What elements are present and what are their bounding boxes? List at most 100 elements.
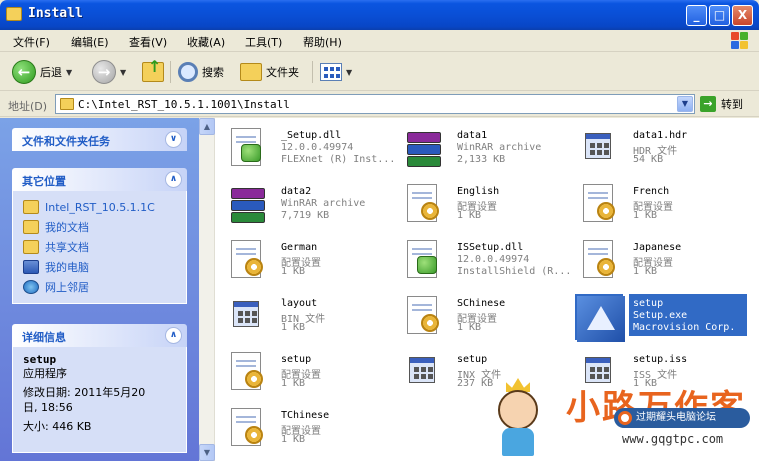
generic-file-icon [403, 352, 443, 396]
menu-file[interactable]: 文件(F) [13, 34, 50, 50]
vertical-scrollbar[interactable]: ▲ ▼ [199, 118, 215, 461]
details-body: setup 应用程序 修改日期: 2011年5月20 日, 18:56 大小: … [12, 347, 187, 453]
file-detail: 12.0.0.49974 [457, 254, 530, 265]
winrar-icon [403, 128, 443, 172]
menu-tools[interactable]: 工具(T) [245, 34, 282, 50]
go-arrow-icon: → [700, 96, 716, 112]
file-item[interactable]: data1 WinRAR archive 2,133 KB [397, 124, 573, 178]
config-file-icon [403, 184, 443, 228]
file-detail: 1 KB [457, 210, 482, 221]
file-item[interactable]: ISSetup.dll 12.0.0.49974 InstallShield (… [397, 236, 573, 290]
place-link-my-computer[interactable]: 我的电脑 [23, 257, 176, 277]
file-name: _Setup.dll [281, 130, 342, 141]
maximize-button[interactable]: □ [709, 5, 730, 26]
expand-chevron-icon[interactable]: ∨ [165, 131, 182, 148]
forward-button[interactable]: → ▼ [92, 59, 126, 85]
folder-icon [23, 240, 39, 254]
views-dropdown-icon[interactable]: ▼ [346, 68, 352, 77]
close-button[interactable]: X [732, 5, 753, 26]
back-arrow-icon: ← [12, 60, 36, 84]
folders-button[interactable]: 文件夹 [240, 59, 299, 85]
watermark-badge-text: 过期耀头电脑论坛 [636, 412, 716, 423]
collapse-chevron-icon[interactable]: ∧ [165, 171, 182, 188]
dll-icon [227, 128, 267, 172]
file-item[interactable]: layout BIN 文件 1 KB [221, 292, 397, 346]
detail-file-name: setup [23, 353, 57, 366]
config-file-icon [579, 184, 619, 228]
address-bar: 地址(D) C:\Intel_RST_10.5.1.1001\Install ▼… [0, 92, 759, 117]
go-label: 转到 [721, 98, 743, 111]
file-name: German [281, 242, 318, 253]
place-link-label: 网上邻居 [45, 281, 89, 294]
watermark: 小路万作客 过期耀头电脑论坛 www.gqgtpc.com [566, 380, 754, 458]
folder-icon [23, 220, 39, 234]
place-link-shared-documents[interactable]: 共享文档 [23, 237, 176, 257]
file-item[interactable]: data2 WinRAR archive 7,719 KB [221, 180, 397, 234]
detail-file-type: 应用程序 [23, 367, 67, 380]
detail-file-size: 大小: 446 KB [23, 420, 92, 433]
file-item[interactable]: _Setup.dll 12.0.0.49974 FLEXnet (R) Inst… [221, 124, 397, 178]
scroll-down-arrow-icon[interactable]: ▼ [199, 444, 215, 461]
menu-favorites[interactable]: 收藏(A) [187, 34, 225, 50]
folders-label: 文件夹 [266, 66, 299, 79]
address-dropdown-icon[interactable]: ▼ [677, 96, 693, 112]
views-button[interactable]: ▼ [320, 59, 352, 85]
menu-help[interactable]: 帮助(H) [303, 34, 342, 50]
place-link-my-documents[interactable]: 我的文档 [23, 217, 176, 237]
back-dropdown-icon[interactable]: ▼ [66, 68, 72, 77]
file-item[interactable]: German 配置设置 1 KB [221, 236, 397, 290]
config-file-icon [227, 408, 267, 452]
file-item[interactable]: French 配置设置 1 KB [573, 180, 749, 234]
address-input[interactable]: C:\Intel_RST_10.5.1.1001\Install ▼ [55, 94, 695, 114]
details-panel-header[interactable]: 详细信息 ∧ [12, 324, 187, 347]
menu-bar: 文件(F) 编辑(E) 查看(V) 收藏(A) 工具(T) 帮助(H) [0, 30, 759, 52]
search-label: 搜索 [202, 66, 224, 79]
file-name: data1 [457, 130, 488, 141]
file-item[interactable]: data1.hdr HDR 文件 54 KB [573, 124, 749, 178]
watermark-url: www.gqgtpc.com [622, 432, 724, 446]
places-panel: 其它位置 ∧ Intel_RST_10.5.1.1C 我的文档 共享文档 我的电… [12, 168, 187, 304]
minimize-button[interactable]: _ [686, 5, 707, 26]
file-item[interactable]: SChinese 配置设置 1 KB [397, 292, 573, 346]
details-panel-title: 详细信息 [22, 331, 66, 344]
search-icon [178, 62, 198, 82]
file-detail: 1 KB [457, 322, 482, 333]
file-item[interactable]: Japanese 配置设置 1 KB [573, 236, 749, 290]
place-link-parent-folder[interactable]: Intel_RST_10.5.1.1C [23, 197, 176, 217]
details-panel: 详细信息 ∧ setup 应用程序 修改日期: 2011年5月20 日, 18:… [12, 324, 187, 453]
task-pane: 文件和文件夹任务 ∨ 其它位置 ∧ Intel_RST_10.5.1.1C 我的… [0, 118, 199, 461]
file-detail: 1 KB [633, 210, 658, 221]
forward-arrow-icon: → [92, 60, 116, 84]
forward-dropdown-icon[interactable]: ▼ [120, 68, 126, 77]
file-detail: WinRAR archive [281, 198, 366, 209]
go-button[interactable]: → 转到 [700, 96, 743, 112]
file-item[interactable]: setup 配置设置 1 KB [221, 348, 397, 402]
toolbar-separator [312, 61, 313, 83]
places-panel-header[interactable]: 其它位置 ∧ [12, 168, 187, 191]
window-title: Install [28, 6, 83, 21]
file-name: ISSetup.dll [457, 242, 524, 253]
title-bar[interactable]: Install _ □ X [0, 0, 759, 30]
file-item[interactable]: English 配置设置 1 KB [397, 180, 573, 234]
file-detail: 1 KB [281, 378, 306, 389]
scroll-up-arrow-icon[interactable]: ▲ [199, 118, 215, 135]
network-icon [23, 280, 39, 294]
file-item[interactable]: TChinese 配置设置 1 KB [221, 404, 397, 458]
up-folder-button[interactable]: ↑ [142, 57, 164, 85]
file-detail: 1 KB [633, 266, 658, 277]
place-link-network[interactable]: 网上邻居 [23, 277, 176, 297]
folder-icon [6, 7, 22, 21]
menu-edit[interactable]: 编辑(E) [71, 34, 109, 50]
detail-modified-time: 日, 18:56 [23, 401, 73, 414]
file-name: English [457, 186, 500, 197]
config-file-icon [579, 240, 619, 284]
toolbar-separator [170, 61, 171, 83]
dll-icon [403, 240, 443, 284]
collapse-chevron-icon[interactable]: ∧ [165, 327, 182, 344]
file-item-selected[interactable]: setup Setup.exe Macrovision Corp. [573, 292, 749, 346]
tasks-panel-header[interactable]: 文件和文件夹任务 ∨ [12, 128, 187, 151]
search-button[interactable]: 搜索 [178, 59, 224, 85]
menu-view[interactable]: 查看(V) [129, 34, 167, 50]
back-button[interactable]: ← 后退 ▼ [12, 59, 72, 85]
places-panel-title: 其它位置 [22, 175, 66, 188]
